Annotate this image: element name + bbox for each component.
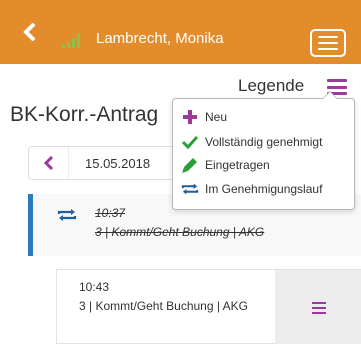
legend-popup: Neu Vollständig genehmigt Eingetragen Im… [172,91,355,210]
sync-arrows-icon [181,183,199,195]
legend-item-label: Im Genehmigungslauf [205,182,323,196]
back-button[interactable] [18,18,42,46]
entry-time: 10:43 [79,280,110,294]
hamburger-bar [311,306,326,309]
chevron-left-icon [23,22,36,42]
legend-item-label: Neu [205,110,228,124]
legend-label[interactable]: Legende [238,76,304,96]
chevron-left-icon [43,156,53,170]
date-value[interactable]: 15.05.2018 [85,156,150,171]
hamburger-icon [327,79,347,82]
legend-item-label: Eingetragen [205,158,270,172]
signal-strength-icon [62,32,84,48]
menu-bar [318,36,338,38]
legend-item-new: Neu [181,107,353,127]
entry-card[interactable]: 10:43 3 | Kommt/Geht Buchung | AKG [56,269,361,344]
menu-bar [318,48,338,50]
hamburger-bar [311,311,326,314]
main-menu-button[interactable] [310,29,346,57]
plus-icon [183,110,197,124]
menu-bar [318,42,338,44]
check-icon [182,135,198,149]
entry-description: 3 | Kommt/Geht Buchung | AKG [79,299,248,313]
previous-date-button[interactable] [29,147,69,179]
page-title: BK-Korr.-Antrag [10,103,159,126]
user-name: Lambrecht, Monika [96,30,224,47]
legend-item-in-approval: Im Genehmigungslauf [181,179,353,199]
pencil-icon [182,158,197,173]
hamburger-bar [327,85,347,89]
sync-arrows-icon [57,209,77,221]
top-bar: Lambrecht, Monika [0,0,361,64]
legend-item-label: Vollständig genehmigt [205,135,323,149]
legend-item-approved: Vollständig genehmigt [181,132,353,152]
entry-menu-button[interactable] [275,270,361,344]
entry-time: 10:37 [95,206,126,220]
legend-item-entered: Eingetragen [181,155,353,175]
date-navigator: 15.05.2018 [28,146,188,180]
entry-description: 3 | Kommt/Geht Buchung | AKG [95,225,265,239]
hamburger-icon [311,301,326,304]
